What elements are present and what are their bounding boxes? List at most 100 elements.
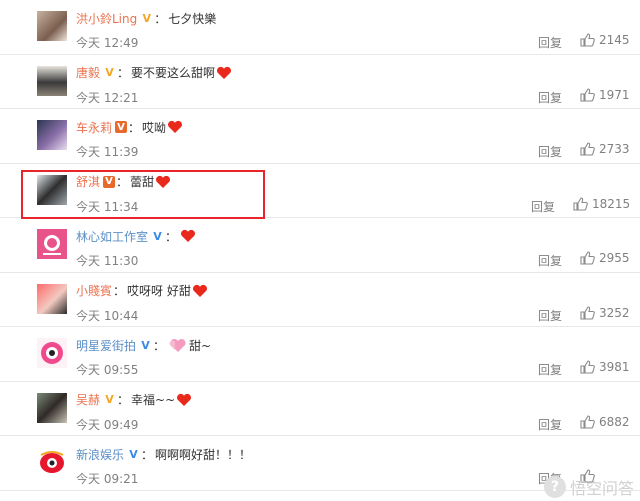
colon: ：	[116, 175, 129, 189]
comment-item: 洪小鈴Ling V：七夕快樂今天 12:49 回复 2145	[0, 0, 640, 55]
username-link[interactable]: 林心如工作室	[76, 228, 148, 245]
comment-line: 小賤賓：哎呀呀 好甜	[76, 282, 208, 300]
watermark: ? 悟空问答	[543, 475, 634, 499]
comment-list: 洪小鈴Ling V：七夕快樂 今天 12:49 回复 2145 唐毅 V：要不要这么甜啊 今天…	[0, 0, 640, 491]
colon: ：	[117, 66, 130, 80]
timestamp: 今天 11:39	[76, 145, 139, 159]
verified-badge-icon: V	[141, 338, 150, 352]
colon: ：	[165, 229, 178, 244]
comment-line: 吴赫 V：幸福~~	[76, 391, 192, 409]
like-button[interactable]: 18215	[573, 197, 630, 211]
heart-emoji-icon	[192, 284, 208, 298]
thumbs-up-icon	[580, 33, 595, 47]
avatar-logo-icon[interactable]	[37, 338, 67, 368]
verified-badge-icon: V	[103, 175, 116, 188]
verified-badge-icon: V	[105, 393, 114, 406]
username-link[interactable]: 小賤賓	[76, 282, 112, 299]
reply-button[interactable]: 回复	[538, 307, 562, 324]
like-button[interactable]: 2145	[580, 33, 630, 47]
timestamp: 今天 11:30	[76, 254, 139, 268]
comment-line: 舒淇 V：蕾甜	[76, 173, 171, 191]
timestamp: 今天 09:49	[76, 417, 139, 432]
comment-text: 七夕快樂	[168, 11, 217, 26]
like-count: 3252	[599, 305, 630, 320]
avatar-photo-icon[interactable]	[37, 120, 67, 150]
comment-line: 新浪娱乐 V：啊啊啊好甜！！！	[76, 445, 251, 463]
comment-item: 吴赫 V：幸福~~ 今天 09:49 回复 6882	[0, 382, 640, 436]
like-count: 3981	[599, 360, 630, 374]
comment-line: 唐毅 V：要不要这么甜啊	[76, 64, 232, 82]
username-link[interactable]: 车永莉	[76, 119, 112, 136]
thumbs-up-icon	[580, 142, 595, 156]
like-count: 2733	[599, 142, 630, 156]
reply-button[interactable]: 回复	[538, 34, 562, 51]
reply-button[interactable]: 回复	[538, 416, 562, 433]
thumbs-up-icon	[573, 196, 588, 211]
comment-text: 要不要这么甜啊	[131, 66, 216, 80]
username-link[interactable]: 舒淇	[76, 173, 100, 190]
verified-badge-icon: V	[115, 121, 128, 133]
avatar-photo-icon[interactable]	[37, 65, 67, 96]
comment-item: 车永莉 V：哎呦 今天 11:39 回复 2733	[0, 109, 640, 164]
comment-text: 哎呦	[142, 120, 167, 135]
username-link[interactable]: 新浪娱乐	[76, 446, 124, 463]
watermark-logo-icon: ?	[543, 476, 566, 498]
verified-badge-icon: V	[153, 229, 162, 243]
username-link[interactable]: 洪小鈴Ling	[76, 10, 137, 27]
heart-emoji-icon	[167, 120, 183, 134]
comment-item: 明星爱街拍 V： 甜~ 今天 09:55 回复 3981	[0, 327, 640, 382]
timestamp: 今天 12:21	[76, 90, 139, 105]
verified-badge-icon: V	[129, 447, 138, 461]
comment-line: 明星爱街拍 V： 甜~	[76, 336, 211, 354]
thumbs-up-icon	[580, 360, 595, 374]
avatar-photo-icon[interactable]	[37, 283, 67, 314]
comment-text: 甜~	[189, 338, 212, 353]
avatar-photo-icon[interactable]	[37, 174, 67, 205]
like-button[interactable]: 2733	[580, 142, 630, 156]
reply-button[interactable]: 回复	[538, 361, 562, 378]
comment-text: 哎呀呀 好甜	[127, 284, 191, 298]
username-link[interactable]: 明星爱街拍	[76, 337, 136, 354]
timestamp: 今天 10:44	[76, 308, 139, 323]
avatar-logo-icon[interactable]	[37, 447, 67, 477]
colon: ：	[154, 11, 167, 26]
watermark-text: 悟空问答	[569, 479, 634, 498]
username-link[interactable]: 唐毅	[76, 64, 100, 81]
reply-button[interactable]: 回复	[538, 143, 562, 160]
heart-emoji-icon	[176, 393, 192, 407]
timestamp: 今天 09:21	[76, 472, 139, 486]
timestamp: 今天 12:49	[76, 36, 139, 50]
reply-button[interactable]: 回复	[538, 252, 562, 269]
colon: ：	[113, 284, 126, 298]
comment-line: 洪小鈴Ling V：七夕快樂	[76, 9, 216, 27]
colon: ：	[128, 120, 141, 135]
colon: ：	[117, 393, 130, 407]
reply-button[interactable]: 回复	[538, 89, 562, 106]
thumbs-up-icon	[580, 305, 595, 320]
avatar-logo-icon[interactable]	[37, 229, 67, 259]
like-button[interactable]: 3981	[580, 360, 630, 374]
username-link[interactable]: 吴赫	[76, 391, 100, 408]
avatar-photo-icon[interactable]	[37, 392, 67, 423]
heart-emoji-icon	[180, 229, 196, 243]
comment-line: 林心如工作室 V：	[76, 227, 196, 245]
thumbs-up-icon	[580, 251, 595, 265]
verified-badge-icon: V	[105, 66, 114, 79]
avatar-photo-icon[interactable]	[37, 11, 67, 41]
reply-button[interactable]: 回复	[531, 198, 555, 215]
thumbs-up-icon	[580, 87, 595, 102]
like-count: 2955	[599, 251, 630, 265]
comment-text: 蕾甜	[130, 175, 155, 189]
like-button[interactable]: 2955	[580, 251, 630, 265]
verified-badge-icon: V	[142, 11, 151, 25]
like-count: 1971	[599, 87, 630, 102]
comment-text: 啊啊啊好甜！！！	[155, 447, 252, 462]
colon: ：	[153, 338, 166, 353]
like-button[interactable]: 6882	[580, 415, 630, 429]
like-count: 6882	[599, 414, 630, 429]
comment-item: 林心如工作室 V： 今天 11:30 回复 2955	[0, 218, 640, 273]
pink-heart-emoji-icon	[169, 338, 187, 353]
heart-emoji-icon	[155, 175, 171, 189]
like-button[interactable]: 3252	[580, 306, 630, 320]
like-button[interactable]: 1971	[580, 88, 630, 102]
